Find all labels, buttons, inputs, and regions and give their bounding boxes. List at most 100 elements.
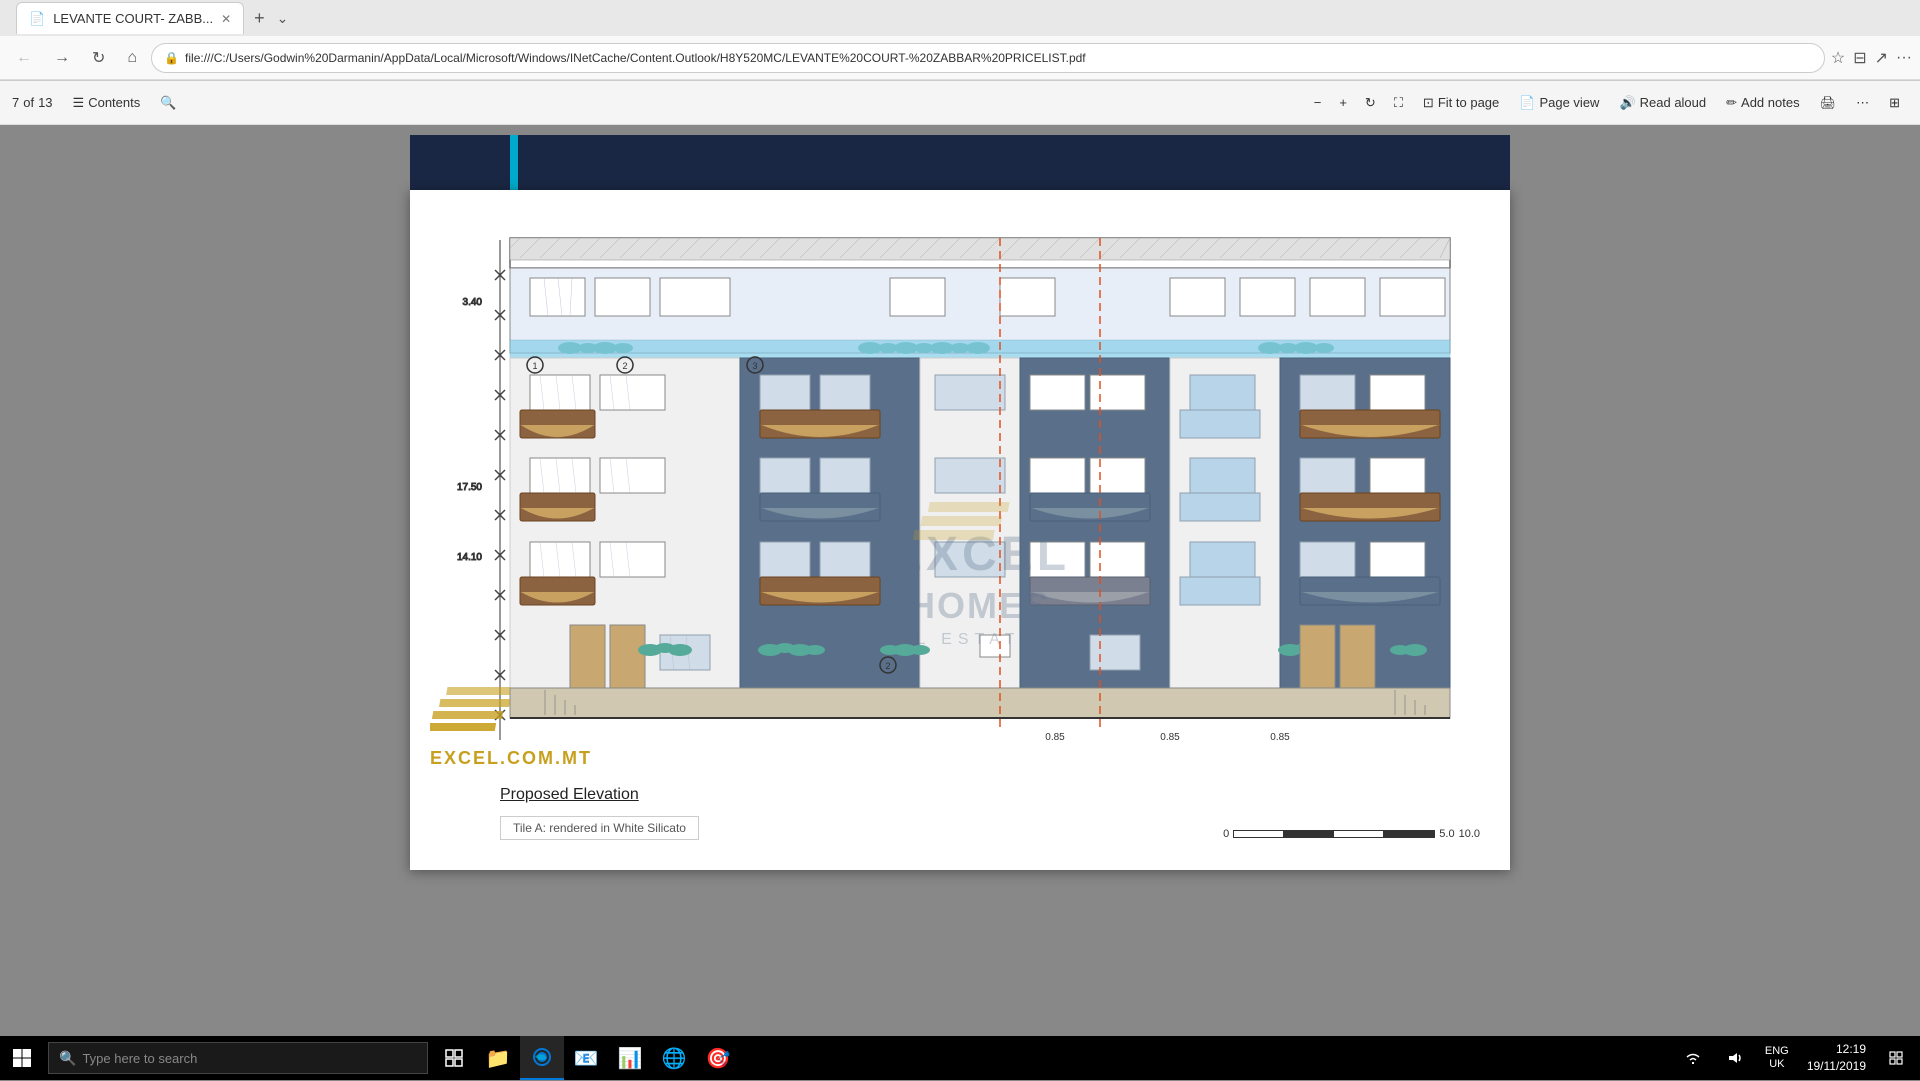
new-tab-button[interactable]: + (248, 8, 271, 29)
scale-bar: 0 5.0 10.0 (1223, 828, 1480, 840)
outlook-icon: 📧 (574, 1046, 599, 1071)
svg-text:HOMES: HOMES (909, 585, 1051, 626)
network-icon[interactable] (1673, 1036, 1713, 1080)
scale-0: 0 (1223, 828, 1229, 840)
browser-chrome: 📄 LEVANTE COURT- ZABB... ✕ + ⌄ ← → ↻ ⌂ 🔒… (0, 0, 1920, 81)
svg-text:2: 2 (885, 661, 890, 671)
task-view-icon (445, 1049, 463, 1067)
tab-title: LEVANTE COURT- ZABB... (53, 11, 213, 26)
more-tools-button[interactable]: ⋯ (1848, 91, 1877, 115)
expand-button[interactable]: ⊞ (1881, 91, 1908, 115)
page-of-label: of (23, 95, 34, 110)
pencil-icon: ✏ (1726, 95, 1737, 111)
language-indicator[interactable]: ENG UK (1757, 1036, 1797, 1080)
search-icon: 🔍 (160, 95, 176, 111)
tab-pdf-icon: 📄 (29, 11, 45, 27)
system-tray: ENG UK 12:19 19/11/2019 (1673, 1036, 1916, 1080)
left-ruler: 3.40 17.50 14.10 (457, 240, 505, 740)
lock-icon: 🔒 (164, 51, 179, 65)
notifications-icon[interactable] (1876, 1036, 1916, 1080)
svg-text:0.85: 0.85 (1270, 732, 1290, 743)
fullscreen-button[interactable]: ⛶ (1386, 91, 1411, 115)
volume-icon[interactable] (1715, 1036, 1755, 1080)
refresh-button[interactable]: ↻ (84, 44, 113, 72)
taskbar-outlook[interactable]: 📧 (564, 1036, 608, 1080)
logo-text: EXCEL.COM.MT (430, 748, 592, 770)
more-icon[interactable]: ··· (1896, 49, 1912, 67)
taskbar-chrome[interactable]: 🌐 (652, 1036, 696, 1080)
contents-button[interactable]: ☰ Contents (65, 91, 149, 115)
pdf-page: EXCEL.COM.MT 3.40 17.50 (410, 190, 1510, 870)
page-current: 7 (12, 95, 19, 110)
speaker-volume-icon (1727, 1050, 1743, 1066)
logo-icon (430, 673, 510, 743)
region-text: UK (1765, 1058, 1789, 1071)
favorites-icon[interactable]: ☆ (1831, 48, 1845, 68)
forward-button[interactable]: → (46, 45, 78, 71)
share-icon[interactable]: ↗ (1875, 48, 1888, 68)
taskbar-search-placeholder: Type here to search (82, 1051, 197, 1066)
chrome-icon: 🌐 (662, 1046, 687, 1071)
wifi-icon (1685, 1050, 1701, 1066)
back-button[interactable]: ← (8, 45, 40, 71)
zoom-out-button[interactable]: − (1306, 91, 1330, 114)
active-tab[interactable]: 📄 LEVANTE COURT- ZABB... ✕ (16, 2, 244, 34)
elevation-drawing: 3.40 17.50 14.10 (440, 210, 1480, 770)
windows-logo-icon (12, 1048, 32, 1068)
nav-right-icons: ☆ ⊟ ↗ ··· (1831, 48, 1912, 68)
scale-10: 10.0 (1459, 828, 1480, 840)
pdf-header-banner (410, 135, 1510, 190)
search-pdf-button[interactable]: 🔍 (152, 91, 184, 115)
elevation-title: Proposed Elevation (500, 786, 639, 804)
collections-icon[interactable]: ⊟ (1853, 48, 1866, 68)
zoom-in-button[interactable]: + (1331, 91, 1355, 114)
page-view-icon: 📄 (1519, 95, 1535, 111)
elevation-label-container: Proposed Elevation (500, 778, 1480, 804)
language-text: ENG (1765, 1045, 1789, 1058)
svg-text:2: 2 (622, 361, 627, 371)
app5-icon: 🎯 (706, 1046, 731, 1071)
speaker-icon: 🔊 (1619, 95, 1635, 111)
company-logo: EXCEL.COM.MT (430, 673, 592, 770)
page-view-button[interactable]: 📄 Page view (1511, 91, 1607, 115)
taskbar-excel[interactable]: 📊 (608, 1036, 652, 1080)
address-input[interactable] (185, 51, 1812, 65)
excel-icon: 📊 (618, 1046, 643, 1071)
task-view-button[interactable] (432, 1036, 476, 1080)
print-button[interactable]: 🖨 (1812, 91, 1845, 115)
fit-to-page-button[interactable]: ⊡ Fit to page (1415, 91, 1507, 115)
svg-text:REAL ESTATE LTD: REAL ESTATE LTD (866, 631, 1095, 648)
svg-text:3.40: 3.40 (463, 297, 483, 308)
svg-text:0.85: 0.85 (1045, 732, 1065, 743)
page-total: 13 (38, 95, 52, 110)
rotate-button[interactable]: ↻ (1357, 91, 1384, 115)
read-aloud-button[interactable]: 🔊 Read aloud (1611, 91, 1714, 115)
svg-text:3: 3 (752, 361, 757, 371)
contents-icon: ☰ (73, 95, 85, 111)
clock-date: 19/11/2019 (1807, 1058, 1866, 1075)
action-center-icon (1889, 1051, 1903, 1065)
clock-time: 12:19 (1807, 1041, 1866, 1058)
taskbar-file-explorer[interactable]: 📁 (476, 1036, 520, 1080)
edge-icon (532, 1047, 552, 1067)
taskbar: 🔍 Type here to search 📁 📧 📊 🌐 🎯 (0, 1036, 1920, 1080)
pdf-content-area: EXCEL.COM.MT 3.40 17.50 (0, 125, 1920, 1081)
home-button[interactable]: ⌂ (119, 45, 145, 71)
tab-scroll-arrows[interactable]: ⌄ (277, 10, 289, 27)
tab-close-btn[interactable]: ✕ (221, 12, 231, 26)
pdf-toolbar: 7 of 13 ☰ Contents 🔍 − + ↻ ⛶ ⊡ Fit to pa… (0, 81, 1920, 125)
svg-text:17.50: 17.50 (457, 482, 482, 493)
address-bar[interactable]: 🔒 (151, 43, 1825, 73)
taskbar-search-bar[interactable]: 🔍 Type here to search (48, 1042, 428, 1074)
taskbar-app5[interactable]: 🎯 (696, 1036, 740, 1080)
material-note: Tile A: rendered in White Silicato (500, 816, 699, 840)
header-accent-line (510, 135, 518, 190)
search-icon: 🔍 (59, 1050, 76, 1067)
scale-5: 5.0 (1439, 828, 1454, 840)
fit-icon: ⊡ (1423, 95, 1434, 111)
start-button[interactable] (0, 1036, 44, 1080)
svg-text:0.85: 0.85 (1160, 732, 1180, 743)
add-notes-button[interactable]: ✏ Add notes (1718, 91, 1807, 115)
taskbar-clock[interactable]: 12:19 19/11/2019 (1799, 1041, 1874, 1075)
taskbar-edge-browser[interactable] (520, 1036, 564, 1080)
